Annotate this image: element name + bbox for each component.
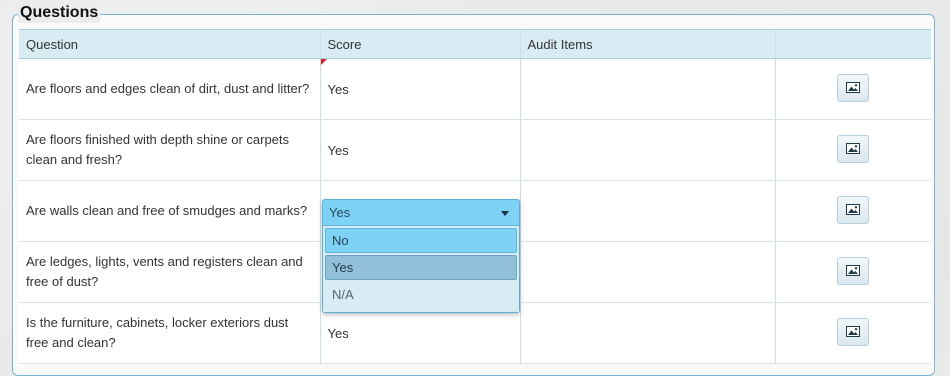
column-header-score: Score [320, 29, 521, 59]
image-icon [846, 81, 861, 93]
questions-legend: Questions [18, 3, 101, 23]
image-icon [846, 203, 861, 215]
triangle-down-icon[interactable] [501, 211, 509, 216]
table-row: Are floors finished with depth shine or … [19, 119, 931, 181]
audit-items-cell[interactable] [520, 180, 776, 242]
image-button[interactable] [837, 317, 870, 346]
column-header-question: Question [19, 29, 321, 59]
image-button[interactable] [837, 134, 870, 163]
image-button[interactable] [837, 256, 870, 285]
question-text: Are walls clean and free of smudges and … [26, 203, 308, 218]
column-header-audit-items: Audit Items [520, 29, 776, 59]
image-icon [846, 325, 861, 337]
score-value: Yes [327, 81, 349, 97]
changed-flag-icon [320, 59, 327, 65]
score-value: Yes [327, 142, 349, 158]
score-dropdown-selected[interactable]: Yes [323, 200, 519, 225]
score-dropdown[interactable]: Yes No Yes N/A [322, 199, 520, 313]
questions-table: Question Score Audit Items Are floors an… [19, 29, 931, 364]
question-text: Are ledges, lights, vents and registers … [26, 254, 303, 289]
audit-items-cell[interactable] [520, 119, 776, 181]
score-dropdown-value: Yes [329, 205, 351, 220]
audit-items-cell[interactable] [520, 58, 776, 120]
audit-items-cell[interactable] [520, 302, 776, 364]
image-button[interactable] [837, 195, 870, 224]
question-text: Are floors and edges clean of dirt, dust… [26, 81, 310, 96]
table-row: Are floors and edges clean of dirt, dust… [19, 58, 931, 120]
score-dropdown-list: No Yes N/A [323, 225, 519, 312]
image-button[interactable] [837, 73, 870, 102]
dropdown-option-na[interactable]: N/A [325, 282, 517, 307]
dropdown-option-yes[interactable]: Yes [325, 255, 517, 280]
image-icon [846, 264, 861, 276]
score-cell[interactable]: Yes [320, 58, 521, 120]
question-text: Are floors finished with depth shine or … [26, 132, 290, 167]
image-icon [846, 142, 861, 154]
question-text: Is the furniture, cabinets, locker exter… [26, 315, 289, 350]
table-header-row: Question Score Audit Items [19, 29, 931, 59]
audit-items-cell[interactable] [520, 241, 776, 303]
score-cell[interactable]: Yes [320, 119, 521, 181]
score-value: Yes [327, 325, 349, 341]
dropdown-option-no[interactable]: No [325, 228, 517, 253]
column-header-actions [775, 29, 931, 59]
